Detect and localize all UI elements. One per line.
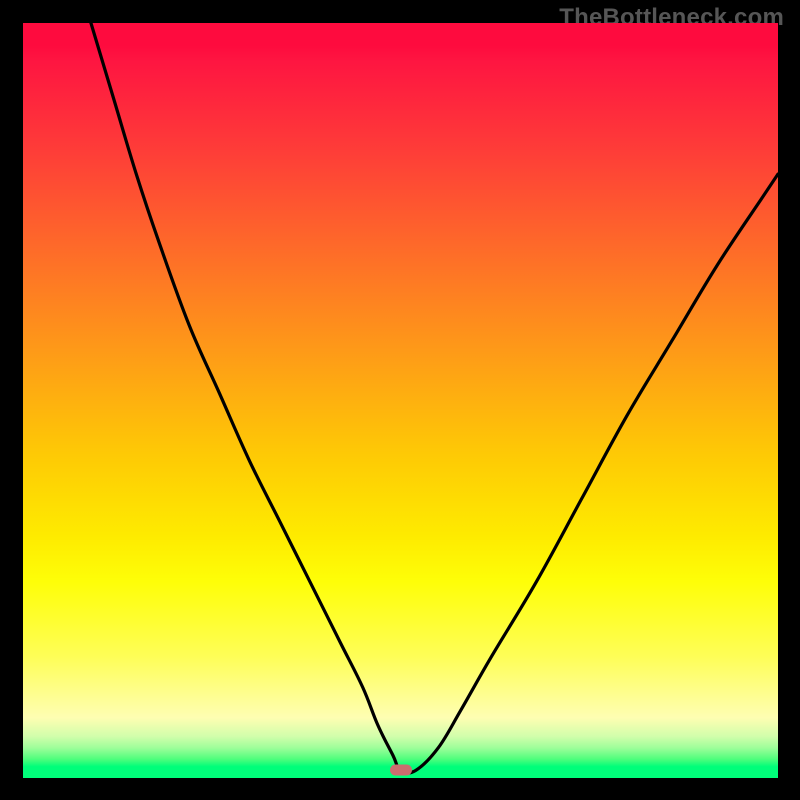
- bottleneck-curve: [23, 23, 778, 778]
- plot-area: [23, 23, 778, 778]
- chart-stage: TheBottleneck.com: [0, 0, 800, 800]
- minimum-marker: [390, 765, 412, 776]
